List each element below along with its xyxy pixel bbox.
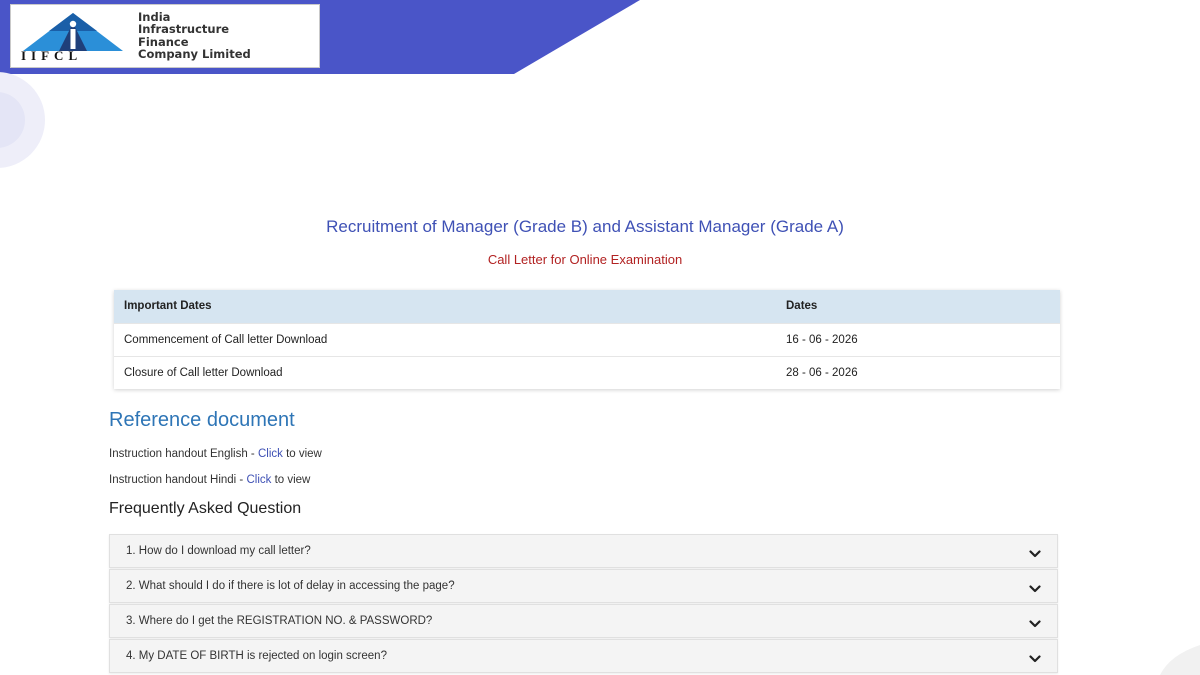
logo-name-line: Infrastructure: [138, 22, 230, 37]
date-cell: 28 - 06 - 2026: [776, 355, 1060, 389]
column-header-important-dates: Important Dates: [114, 290, 776, 323]
page-title: Recruitment of Manager (Grade B) and Ass…: [326, 217, 844, 236]
important-dates-table: Important Dates Dates Commencement of Ca…: [114, 290, 1060, 389]
company-logo[interactable]: IIFCL India Infrastructure Finance Compa…: [10, 4, 320, 68]
english-handout-link[interactable]: Click: [258, 448, 283, 460]
date-cell: 16 - 06 - 2026: [776, 322, 1060, 356]
faq-item-4[interactable]: 4. My DATE OF BIRTH is rejected on login…: [109, 639, 1058, 673]
reference-item-english: Instruction handout English - Click to v…: [109, 448, 322, 460]
hindi-handout-link[interactable]: Click: [246, 474, 271, 486]
faq-question: 3. Where do I get the REGISTRATION NO. &…: [126, 615, 433, 627]
table-row: Commencement of Call letter Download 16 …: [114, 322, 1060, 356]
table-header-row: Important Dates Dates: [114, 290, 1060, 323]
corner-decoration: [1140, 635, 1200, 675]
reference-item-suffix: to view: [271, 474, 311, 486]
faq-question: 1. How do I download my call letter?: [126, 545, 311, 557]
page-subtitle: Call Letter for Online Examination: [487, 252, 683, 267]
reference-document-heading: Reference document: [109, 409, 295, 431]
column-header-dates: Dates: [776, 290, 1060, 323]
table-row: Closure of Call letter Download 28 - 06 …: [114, 355, 1060, 389]
logo-company-name: India Infrastructure Finance Company Lim…: [138, 11, 251, 60]
faq-heading: Frequently Asked Question: [109, 500, 302, 517]
faq-item-2[interactable]: 2. What should I do if there is lot of d…: [109, 569, 1058, 603]
event-cell: Commencement of Call letter Download: [114, 322, 776, 356]
reference-item-label: Instruction handout English -: [109, 448, 258, 460]
reference-item-suffix: to view: [282, 448, 322, 460]
faq-question: 4. My DATE OF BIRTH is rejected on login…: [126, 650, 387, 662]
faq-question: 2. What should I do if there is lot of d…: [126, 580, 455, 592]
chevron-down-icon[interactable]: [1029, 546, 1041, 558]
logo-abbreviation: IIFCL: [21, 48, 83, 63]
chevron-down-icon[interactable]: [1029, 616, 1041, 628]
chevron-down-icon[interactable]: [1029, 651, 1041, 663]
reference-item-label: Instruction handout Hindi -: [109, 474, 247, 486]
faq-item-1[interactable]: 1. How do I download my call letter?: [109, 534, 1058, 568]
faq-item-3[interactable]: 3. Where do I get the REGISTRATION NO. &…: [109, 604, 1058, 638]
logo-name-line: Company Limited: [138, 46, 251, 61]
reference-item-hindi: Instruction handout Hindi - Click to vie…: [109, 474, 310, 486]
background-circle-decoration: [0, 60, 46, 180]
event-cell: Closure of Call letter Download: [114, 355, 776, 389]
chevron-down-icon[interactable]: [1029, 581, 1041, 593]
